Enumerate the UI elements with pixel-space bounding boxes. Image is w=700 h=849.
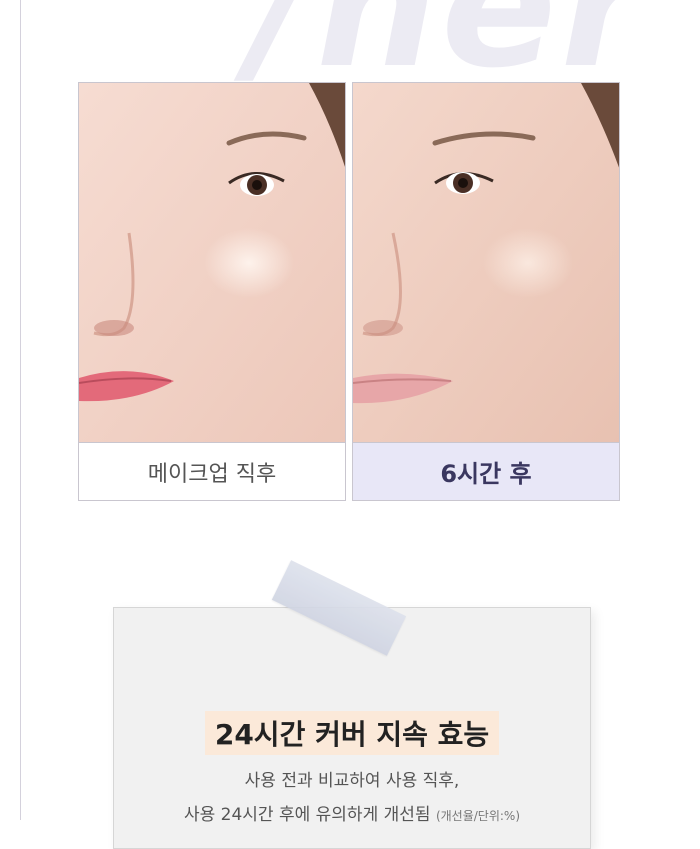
claim-title-wrapper: 24시간 커버 지속 효능 — [114, 711, 590, 755]
claim-text-line-2-main: 사용 24시간 후에 유의하게 개선됨 — [183, 805, 431, 825]
after-panel: 6시간 후 — [352, 82, 620, 501]
left-divider-line — [20, 0, 21, 820]
before-after-comparison: 메이크업 직후 6시간 후 — [78, 82, 620, 501]
after-caption: 6시간 후 — [352, 442, 620, 501]
before-caption: 메이크업 직후 — [78, 442, 346, 501]
after-photo — [352, 82, 620, 442]
background-watermark-text: /her — [250, 0, 649, 106]
claim-text-line-2: 사용 24시간 후에 유의하게 개선됨 (개선율/단위:%) — [114, 800, 590, 825]
before-photo — [78, 82, 346, 442]
before-panel: 메이크업 직후 — [78, 82, 346, 501]
claim-note-card: 24시간 커버 지속 효능 사용 전과 비교하여 사용 직후, 사용 24시간 … — [113, 607, 591, 849]
claim-text-line-1: 사용 전과 비교하여 사용 직후, — [244, 771, 460, 791]
claim-text-line-2-note: (개선율/단위:%) — [435, 809, 521, 823]
claim-title: 24시간 커버 지속 효능 — [204, 711, 500, 755]
